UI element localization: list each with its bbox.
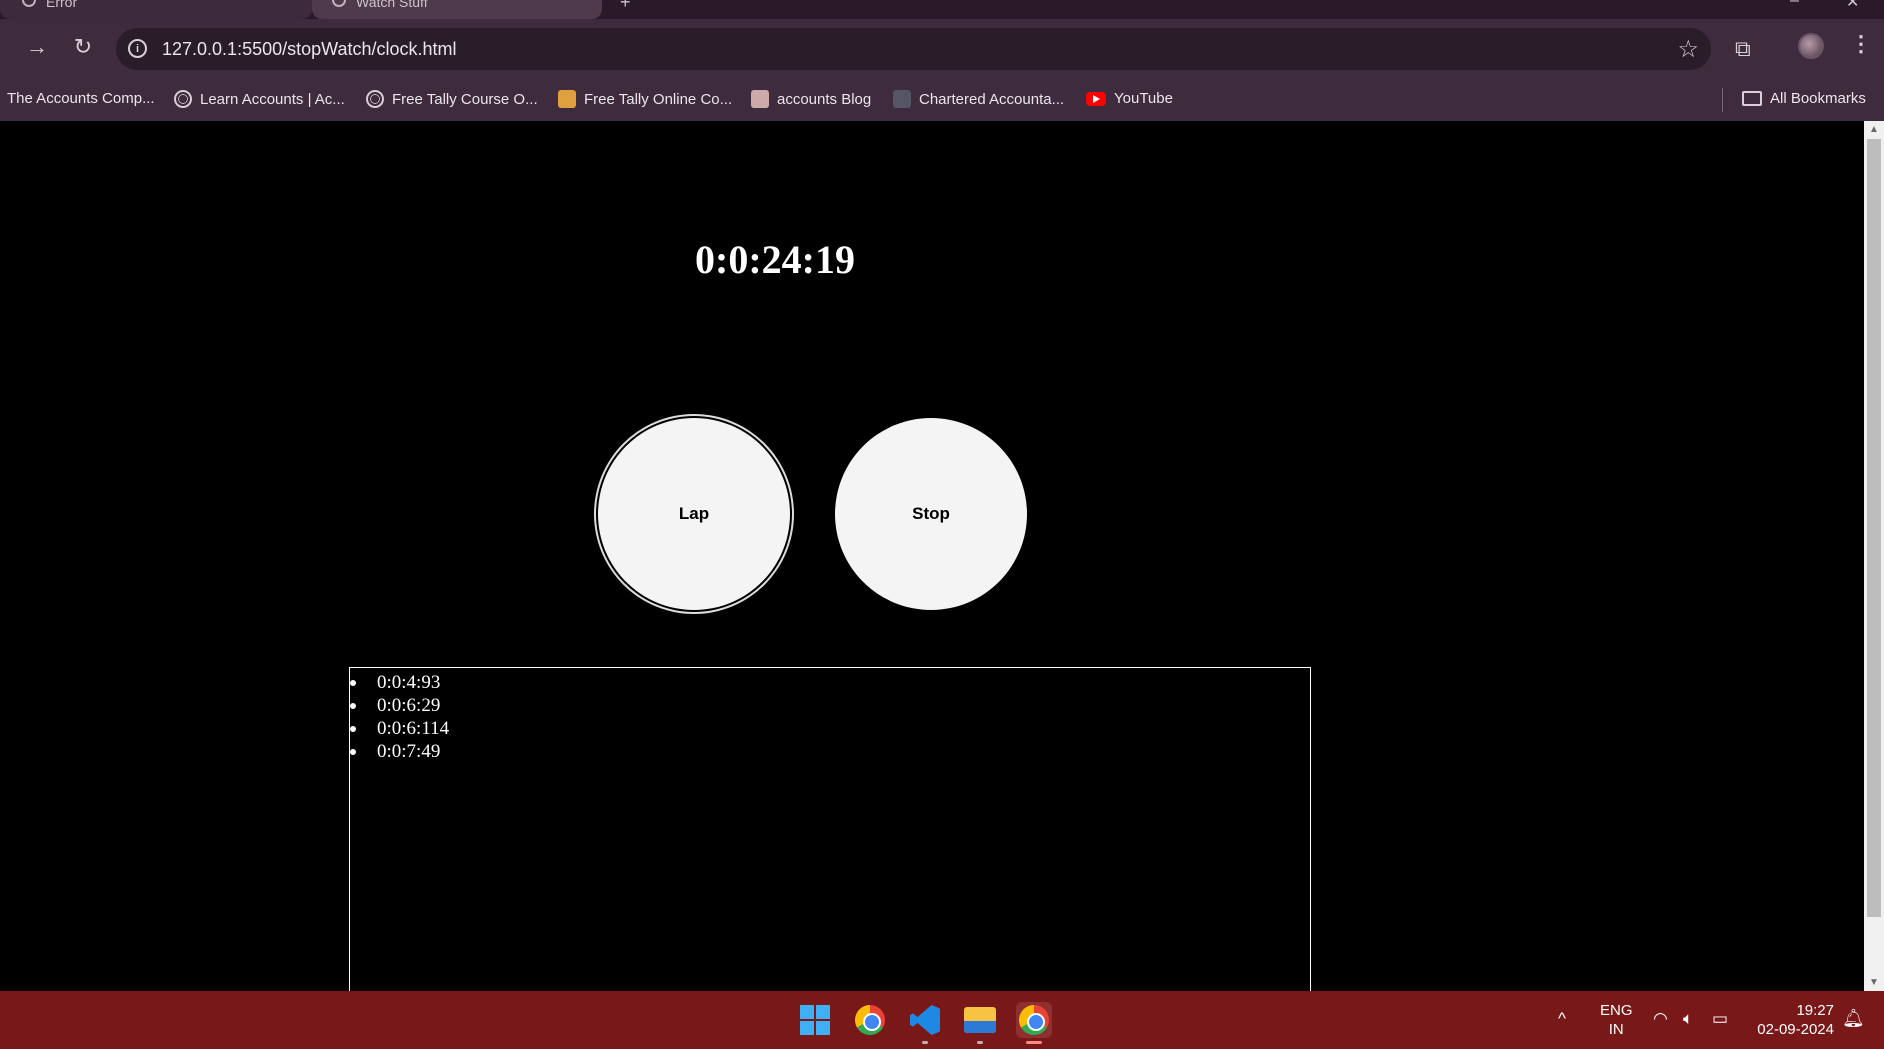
page-content: 0:0:24:19 Lap Stop 0:0:4:93 0:0:6:29 0:0… bbox=[0, 121, 1864, 997]
chevron-up-icon[interactable]: ^ bbox=[1558, 1009, 1566, 1029]
youtube-icon bbox=[1086, 91, 1106, 106]
runner-icon bbox=[558, 90, 576, 108]
extensions-icon[interactable]: ⧉ bbox=[1735, 36, 1751, 62]
language-indicator[interactable]: ENG IN bbox=[1600, 1001, 1633, 1039]
bookmark-item[interactable]: The Accounts Comp... bbox=[7, 90, 155, 107]
globe-icon bbox=[332, 0, 346, 7]
tab-error[interactable]: Error bbox=[0, 0, 312, 19]
vscode-taskbar-button[interactable] bbox=[907, 1002, 943, 1038]
scroll-up-icon[interactable]: ▲ bbox=[1869, 124, 1879, 135]
volume-icon[interactable]: 🔈︎ bbox=[1683, 1009, 1693, 1029]
bookmark-item[interactable]: Chartered Accounta... bbox=[893, 90, 1064, 108]
laps-list-container: 0:0:4:93 0:0:6:29 0:0:6:114 0:0:7:49 bbox=[349, 667, 1311, 997]
vscode-icon bbox=[910, 1005, 940, 1035]
bookmark-item[interactable]: Free Tally Online Co... bbox=[558, 90, 732, 108]
bookmark-label: accounts Blog bbox=[777, 90, 872, 108]
stop-button[interactable]: Stop bbox=[835, 418, 1027, 610]
windows-start-button[interactable] bbox=[797, 1002, 833, 1038]
bookmark-item[interactable]: accounts Blog bbox=[751, 90, 871, 108]
lang-top: ENG bbox=[1600, 1002, 1633, 1019]
chrome-icon bbox=[1019, 1005, 1049, 1035]
folder-icon bbox=[1742, 91, 1762, 106]
battery-icon[interactable]: ▭ bbox=[1712, 1009, 1728, 1029]
close-icon[interactable]: ✕ bbox=[1846, 0, 1859, 12]
all-bookmarks-button[interactable]: All Bookmarks bbox=[1742, 90, 1866, 107]
bookmark-label: Free Tally Course O... bbox=[392, 90, 538, 108]
url-text[interactable]: 127.0.0.1:5500/stopWatch/clock.html bbox=[162, 39, 457, 60]
bookmark-label: YouTube bbox=[1114, 90, 1173, 107]
list-item: 0:0:6:29 bbox=[350, 694, 1310, 717]
running-indicator bbox=[977, 1041, 983, 1044]
list-item: 0:0:4:93 bbox=[350, 671, 1310, 694]
system-clock[interactable]: 19:27 02-09-2024 bbox=[1750, 1001, 1834, 1039]
clock-time: 19:27 bbox=[1796, 1002, 1834, 1019]
tab-label: Watch Stuff bbox=[356, 0, 428, 10]
menu-icon[interactable]: ⋮ bbox=[1850, 31, 1872, 57]
all-bookmarks-label: All Bookmarks bbox=[1770, 90, 1866, 107]
file-explorer-taskbar-button[interactable] bbox=[962, 1002, 998, 1038]
chrome-icon bbox=[855, 1005, 885, 1035]
minimize-icon[interactable]: – bbox=[1790, 0, 1799, 10]
divider bbox=[1722, 88, 1723, 112]
vertical-scrollbar[interactable]: ▲ ▼ bbox=[1864, 121, 1884, 991]
globe-icon bbox=[174, 90, 192, 108]
address-bar[interactable]: i 127.0.0.1:5500/stopWatch/clock.html ☆ bbox=[116, 28, 1711, 70]
lang-bottom: IN bbox=[1608, 1021, 1624, 1038]
scrollbar-thumb[interactable] bbox=[1867, 139, 1881, 917]
running-indicator bbox=[922, 1041, 928, 1044]
info-icon[interactable]: i bbox=[128, 39, 147, 58]
list-item: 0:0:7:49 bbox=[350, 740, 1310, 763]
laps-list: 0:0:4:93 0:0:6:29 0:0:6:114 0:0:7:49 bbox=[350, 668, 1310, 763]
bookmark-label: The Accounts Comp... bbox=[7, 90, 155, 107]
bookmarks-bar: The Accounts Comp... Learn Accounts | Ac… bbox=[0, 80, 1884, 121]
tab-label: Error bbox=[46, 0, 78, 10]
tab-watch-stuff[interactable]: Watch Stuff bbox=[312, 0, 602, 19]
folder-icon bbox=[964, 1007, 996, 1033]
bookmark-item[interactable]: Learn Accounts | Ac... bbox=[174, 90, 345, 108]
bookmark-item[interactable]: YouTube bbox=[1086, 90, 1173, 107]
browser-toolbar: → ↻ i 127.0.0.1:5500/stopWatch/clock.htm… bbox=[0, 19, 1884, 80]
tab-strip: Error Watch Stuff + – ✕ bbox=[0, 0, 1884, 19]
avatar[interactable] bbox=[1798, 33, 1824, 59]
globe-icon bbox=[22, 0, 36, 7]
bookmark-item[interactable]: Free Tally Course O... bbox=[366, 90, 538, 108]
forward-icon[interactable]: → bbox=[20, 30, 54, 64]
chrome-profile-taskbar-button[interactable] bbox=[1016, 1002, 1052, 1038]
clock-date: 02-09-2024 bbox=[1757, 1021, 1834, 1038]
wifi-icon[interactable]: ◠ bbox=[1653, 1009, 1668, 1029]
bookmark-label: Free Tally Online Co... bbox=[584, 90, 733, 108]
person-icon bbox=[893, 90, 911, 108]
star-icon[interactable]: ☆ bbox=[1677, 35, 1699, 64]
globe-icon bbox=[366, 90, 384, 108]
lap-button[interactable]: Lap bbox=[598, 418, 790, 610]
scroll-down-icon[interactable]: ▼ bbox=[1869, 977, 1879, 988]
bookmark-label: Learn Accounts | Ac... bbox=[200, 90, 345, 108]
stopwatch-display: 0:0:24:19 bbox=[695, 237, 855, 282]
list-item: 0:0:6:114 bbox=[350, 717, 1310, 740]
taskbar: ^ ENG IN ◠ 🔈︎ ▭ 19:27 02-09-2024 🔔︎ bbox=[0, 991, 1884, 1049]
person-icon bbox=[751, 90, 769, 108]
bell-icon[interactable]: 🔔︎ bbox=[1842, 1008, 1865, 1029]
bookmark-label: Chartered Accounta... bbox=[919, 90, 1065, 108]
windows-icon bbox=[800, 1005, 830, 1035]
new-tab-button[interactable]: + bbox=[620, 0, 631, 13]
active-indicator bbox=[1026, 1041, 1042, 1044]
chrome-taskbar-button[interactable] bbox=[852, 1002, 888, 1038]
reload-icon[interactable]: ↻ bbox=[66, 30, 100, 64]
